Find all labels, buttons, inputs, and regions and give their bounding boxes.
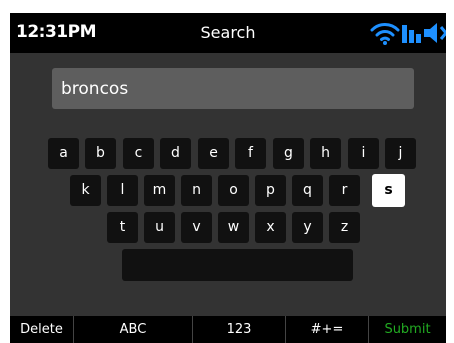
signal-bars-icon xyxy=(402,25,421,43)
key-c[interactable]: c xyxy=(123,138,154,169)
volume-icon xyxy=(424,23,446,43)
key-d[interactable]: d xyxy=(160,138,191,169)
delete-softkey[interactable]: Delete xyxy=(10,316,73,343)
key-h[interactable]: h xyxy=(310,138,341,169)
space-key[interactable] xyxy=(122,249,353,281)
screen: 12:31PM Search broncos a b c d e f g h i… xyxy=(10,13,446,343)
key-i[interactable]: i xyxy=(348,138,379,169)
key-t[interactable]: t xyxy=(107,212,138,243)
key-q[interactable]: q xyxy=(292,175,323,206)
key-g[interactable]: g xyxy=(273,138,304,169)
numbers-softkey[interactable]: 123 xyxy=(193,316,285,343)
key-e[interactable]: e xyxy=(198,138,229,169)
status-icons xyxy=(370,20,446,46)
key-j[interactable]: j xyxy=(385,138,416,169)
device-frame: 12:31PM Search broncos a b c d e f g h i… xyxy=(0,0,454,343)
symbols-softkey[interactable]: #+= xyxy=(286,316,368,343)
key-k[interactable]: k xyxy=(70,175,101,206)
softkey-bar: Delete ABC 123 #+= Submit xyxy=(10,316,446,343)
key-a[interactable]: a xyxy=(48,138,79,169)
key-f[interactable]: f xyxy=(235,138,266,169)
key-v[interactable]: v xyxy=(181,212,212,243)
key-p[interactable]: p xyxy=(255,175,286,206)
key-x[interactable]: x xyxy=(255,212,286,243)
key-z[interactable]: z xyxy=(329,212,360,243)
key-u[interactable]: u xyxy=(144,212,175,243)
key-w[interactable]: w xyxy=(218,212,249,243)
submit-softkey[interactable]: Submit xyxy=(369,316,446,343)
key-o[interactable]: o xyxy=(218,175,249,206)
key-y[interactable]: y xyxy=(292,212,323,243)
wifi-icon xyxy=(370,23,400,45)
key-s-selected[interactable]: s xyxy=(372,174,405,207)
key-l[interactable]: l xyxy=(107,175,138,206)
status-bar: 12:31PM Search xyxy=(10,13,446,53)
key-b[interactable]: b xyxy=(85,138,116,169)
abc-softkey[interactable]: ABC xyxy=(74,316,192,343)
search-input[interactable] xyxy=(52,68,414,109)
key-r[interactable]: r xyxy=(329,175,360,206)
key-m[interactable]: m xyxy=(144,175,175,206)
key-n[interactable]: n xyxy=(181,175,212,206)
